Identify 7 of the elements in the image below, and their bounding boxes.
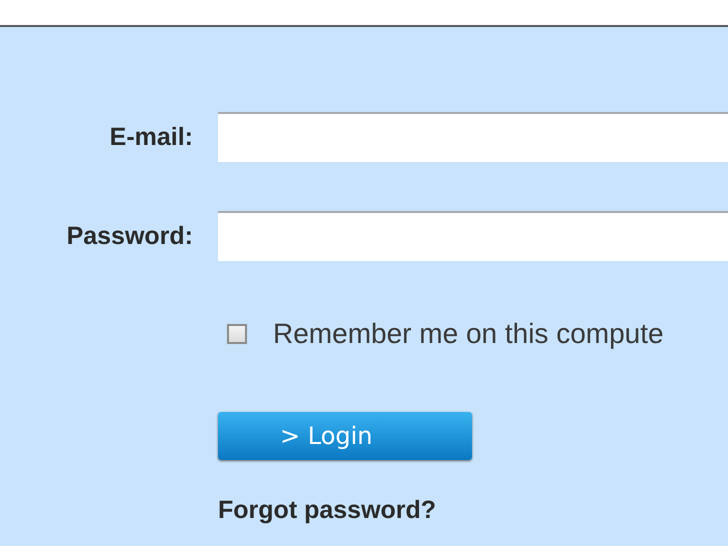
password-label: Password: bbox=[66, 222, 193, 250]
remember-checkbox[interactable] bbox=[227, 324, 247, 344]
password-field[interactable] bbox=[218, 211, 728, 261]
email-field[interactable] bbox=[218, 112, 728, 162]
forgot-password-link[interactable]: Forgot password? bbox=[218, 496, 436, 525]
email-label: E-mail: bbox=[108, 122, 193, 152]
remember-label: Remember me on this compute bbox=[273, 318, 664, 350]
